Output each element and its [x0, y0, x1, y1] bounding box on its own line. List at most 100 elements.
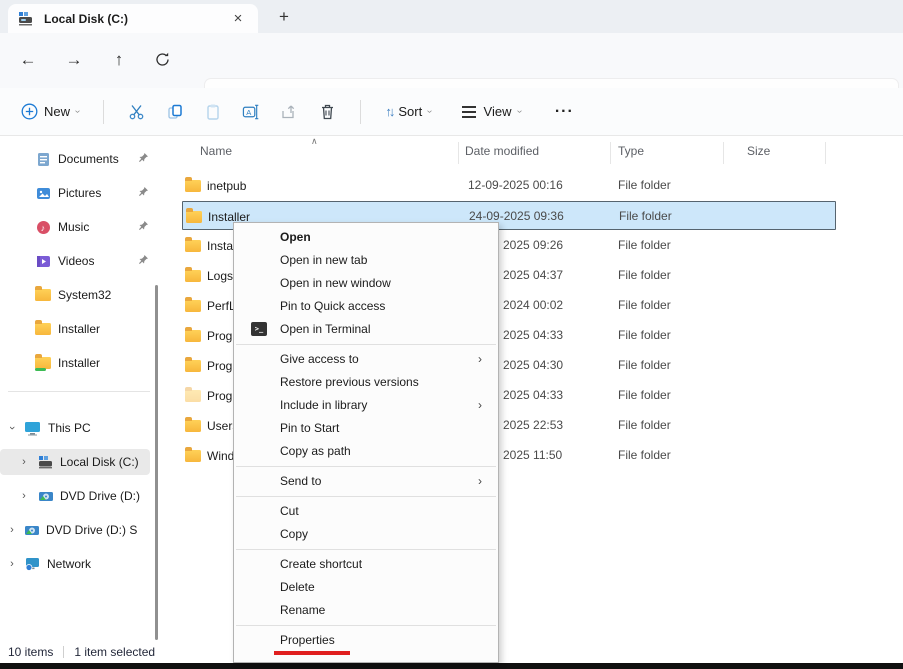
forward-button[interactable]: →: [60, 46, 88, 74]
paste-button[interactable]: [194, 95, 232, 129]
toolbar-divider: [103, 100, 104, 124]
copy-button[interactable]: [156, 95, 194, 129]
share-button[interactable]: [270, 95, 308, 129]
sidebar-item-documents[interactable]: Documents: [0, 146, 152, 172]
menu-item-give-access-to[interactable]: Give access to ›: [234, 348, 498, 371]
column-header-name[interactable]: Name: [200, 144, 232, 158]
chevron-collapsed-icon[interactable]: ›: [6, 558, 18, 570]
tab-close-icon[interactable]: ×: [228, 10, 248, 27]
pin-icon: [138, 186, 150, 198]
ellipsis-icon: ···: [555, 103, 574, 121]
folder-icon: [185, 300, 201, 312]
column-separator[interactable]: [825, 142, 826, 164]
documents-icon: [35, 151, 51, 167]
tab-local-disk[interactable]: Local Disk (C:) ×: [8, 4, 258, 33]
folder-icon: [185, 240, 201, 252]
menu-item-open-in-new-window[interactable]: Open in new window: [234, 272, 498, 295]
folder-icon: [185, 360, 201, 372]
view-list-icon: [460, 103, 478, 121]
sidebar-item-dvd-drive-d-2[interactable]: › DVD Drive (D:) S: [0, 517, 152, 543]
dvd-drive-icon: [38, 490, 54, 503]
toolbar-divider: [360, 100, 361, 124]
menu-item-pin-to-quick-access[interactable]: Pin to Quick access: [234, 295, 498, 318]
chevron-collapsed-icon[interactable]: ›: [18, 456, 30, 468]
chevron-expanded-icon[interactable]: ›: [6, 422, 18, 434]
menu-item-include-in-library[interactable]: Include in library ›: [234, 394, 498, 417]
file-row-inetpub[interactable]: inetpub 12-09-2025 00:16 File folder: [182, 171, 836, 200]
pictures-icon: [35, 185, 51, 201]
copy-icon: [166, 103, 184, 121]
sidebar-item-local-disk-c[interactable]: › Local Disk (C:): [0, 449, 152, 475]
new-plus-icon: [20, 103, 38, 121]
sidebar-item-music[interactable]: ♪ Music: [0, 214, 152, 240]
menu-item-open-in-new-tab[interactable]: Open in new tab: [234, 249, 498, 272]
menu-item-send-to[interactable]: Send to ›: [234, 470, 498, 493]
paste-icon: [204, 103, 222, 121]
view-button[interactable]: View ›: [450, 95, 531, 129]
delete-button[interactable]: [308, 95, 346, 129]
sidebar-item-label: Videos: [58, 254, 94, 268]
column-separator[interactable]: [458, 142, 459, 164]
menu-item-properties[interactable]: Properties: [234, 629, 498, 652]
context-menu: Open Open in new tab Open in new window …: [233, 222, 499, 663]
chevron-collapsed-icon[interactable]: ›: [18, 490, 30, 502]
up-button[interactable]: ↑: [105, 46, 133, 74]
folder-icon: [35, 323, 51, 335]
navigation-bar: ← → ↑ › This PC › Local Disk (C:) ›: [0, 33, 903, 88]
menu-item-rename[interactable]: Rename: [234, 599, 498, 622]
column-header-size[interactable]: Size: [747, 144, 770, 158]
sidebar: Documents Pictures ♪ Music Videos: [0, 136, 168, 640]
sidebar-item-network[interactable]: › Network: [0, 551, 152, 577]
pin-icon: [138, 254, 150, 266]
sidebar-item-pictures[interactable]: Pictures: [0, 180, 152, 206]
sidebar-item-dvd-drive-d[interactable]: › DVD Drive (D:): [0, 483, 152, 509]
new-tab-button[interactable]: +: [272, 4, 296, 30]
item-count: 10 items: [8, 645, 53, 659]
menu-item-pin-to-start[interactable]: Pin to Start: [234, 417, 498, 440]
folder-icon: [185, 450, 201, 462]
submenu-arrow-icon: ›: [478, 348, 482, 371]
chevron-collapsed-icon[interactable]: ›: [6, 524, 18, 536]
back-button[interactable]: ←: [14, 46, 42, 74]
more-options-button[interactable]: ···: [545, 95, 584, 129]
column-header-type[interactable]: Type: [618, 144, 644, 158]
rename-button[interactable]: A: [232, 95, 270, 129]
sidebar-item-label: System32: [58, 288, 111, 302]
cut-button[interactable]: [118, 95, 156, 129]
menu-item-copy-as-path[interactable]: Copy as path: [234, 440, 498, 463]
sort-button[interactable]: ↑↓ Sort ›: [375, 95, 441, 129]
refresh-button[interactable]: [148, 46, 176, 74]
network-icon: [24, 557, 41, 571]
menu-item-restore-previous-versions[interactable]: Restore previous versions: [234, 371, 498, 394]
column-separator[interactable]: [610, 142, 611, 164]
new-button[interactable]: New ›: [10, 95, 89, 129]
folder-icon: [185, 270, 201, 282]
sidebar-item-label: Pictures: [58, 186, 101, 200]
menu-item-create-shortcut[interactable]: Create shortcut: [234, 553, 498, 576]
sidebar-scrollbar[interactable]: [155, 285, 158, 640]
menu-item-open-in-terminal[interactable]: >_ Open in Terminal: [234, 318, 498, 341]
menu-item-delete[interactable]: Delete: [234, 576, 498, 599]
hidden-folder-icon: [185, 390, 201, 402]
menu-item-open[interactable]: Open: [234, 226, 498, 249]
tab-title: Local Disk (C:): [44, 12, 228, 26]
column-separator[interactable]: [723, 142, 724, 164]
menu-item-cut[interactable]: Cut: [234, 500, 498, 523]
sidebar-item-installer[interactable]: Installer: [0, 316, 152, 342]
menu-separator: [236, 625, 496, 626]
svg-text:A: A: [247, 107, 253, 116]
videos-icon: [35, 253, 51, 269]
folder-icon: [185, 420, 201, 432]
sort-ascending-icon: ∧: [311, 136, 318, 147]
sidebar-item-system32[interactable]: System32: [0, 282, 152, 308]
sidebar-item-label: This PC: [48, 421, 91, 435]
sidebar-item-videos[interactable]: Videos: [0, 248, 152, 274]
column-header-date-modified[interactable]: Date modified: [465, 144, 539, 158]
menu-separator: [236, 496, 496, 497]
sidebar-item-this-pc[interactable]: › This PC: [0, 415, 152, 441]
chevron-down-icon: ›: [424, 110, 435, 113]
sidebar-item-installer-2[interactable]: Installer: [0, 350, 152, 376]
local-disk-icon: [38, 456, 54, 469]
menu-item-copy[interactable]: Copy: [234, 523, 498, 546]
bottom-edge-bar: [0, 663, 903, 669]
